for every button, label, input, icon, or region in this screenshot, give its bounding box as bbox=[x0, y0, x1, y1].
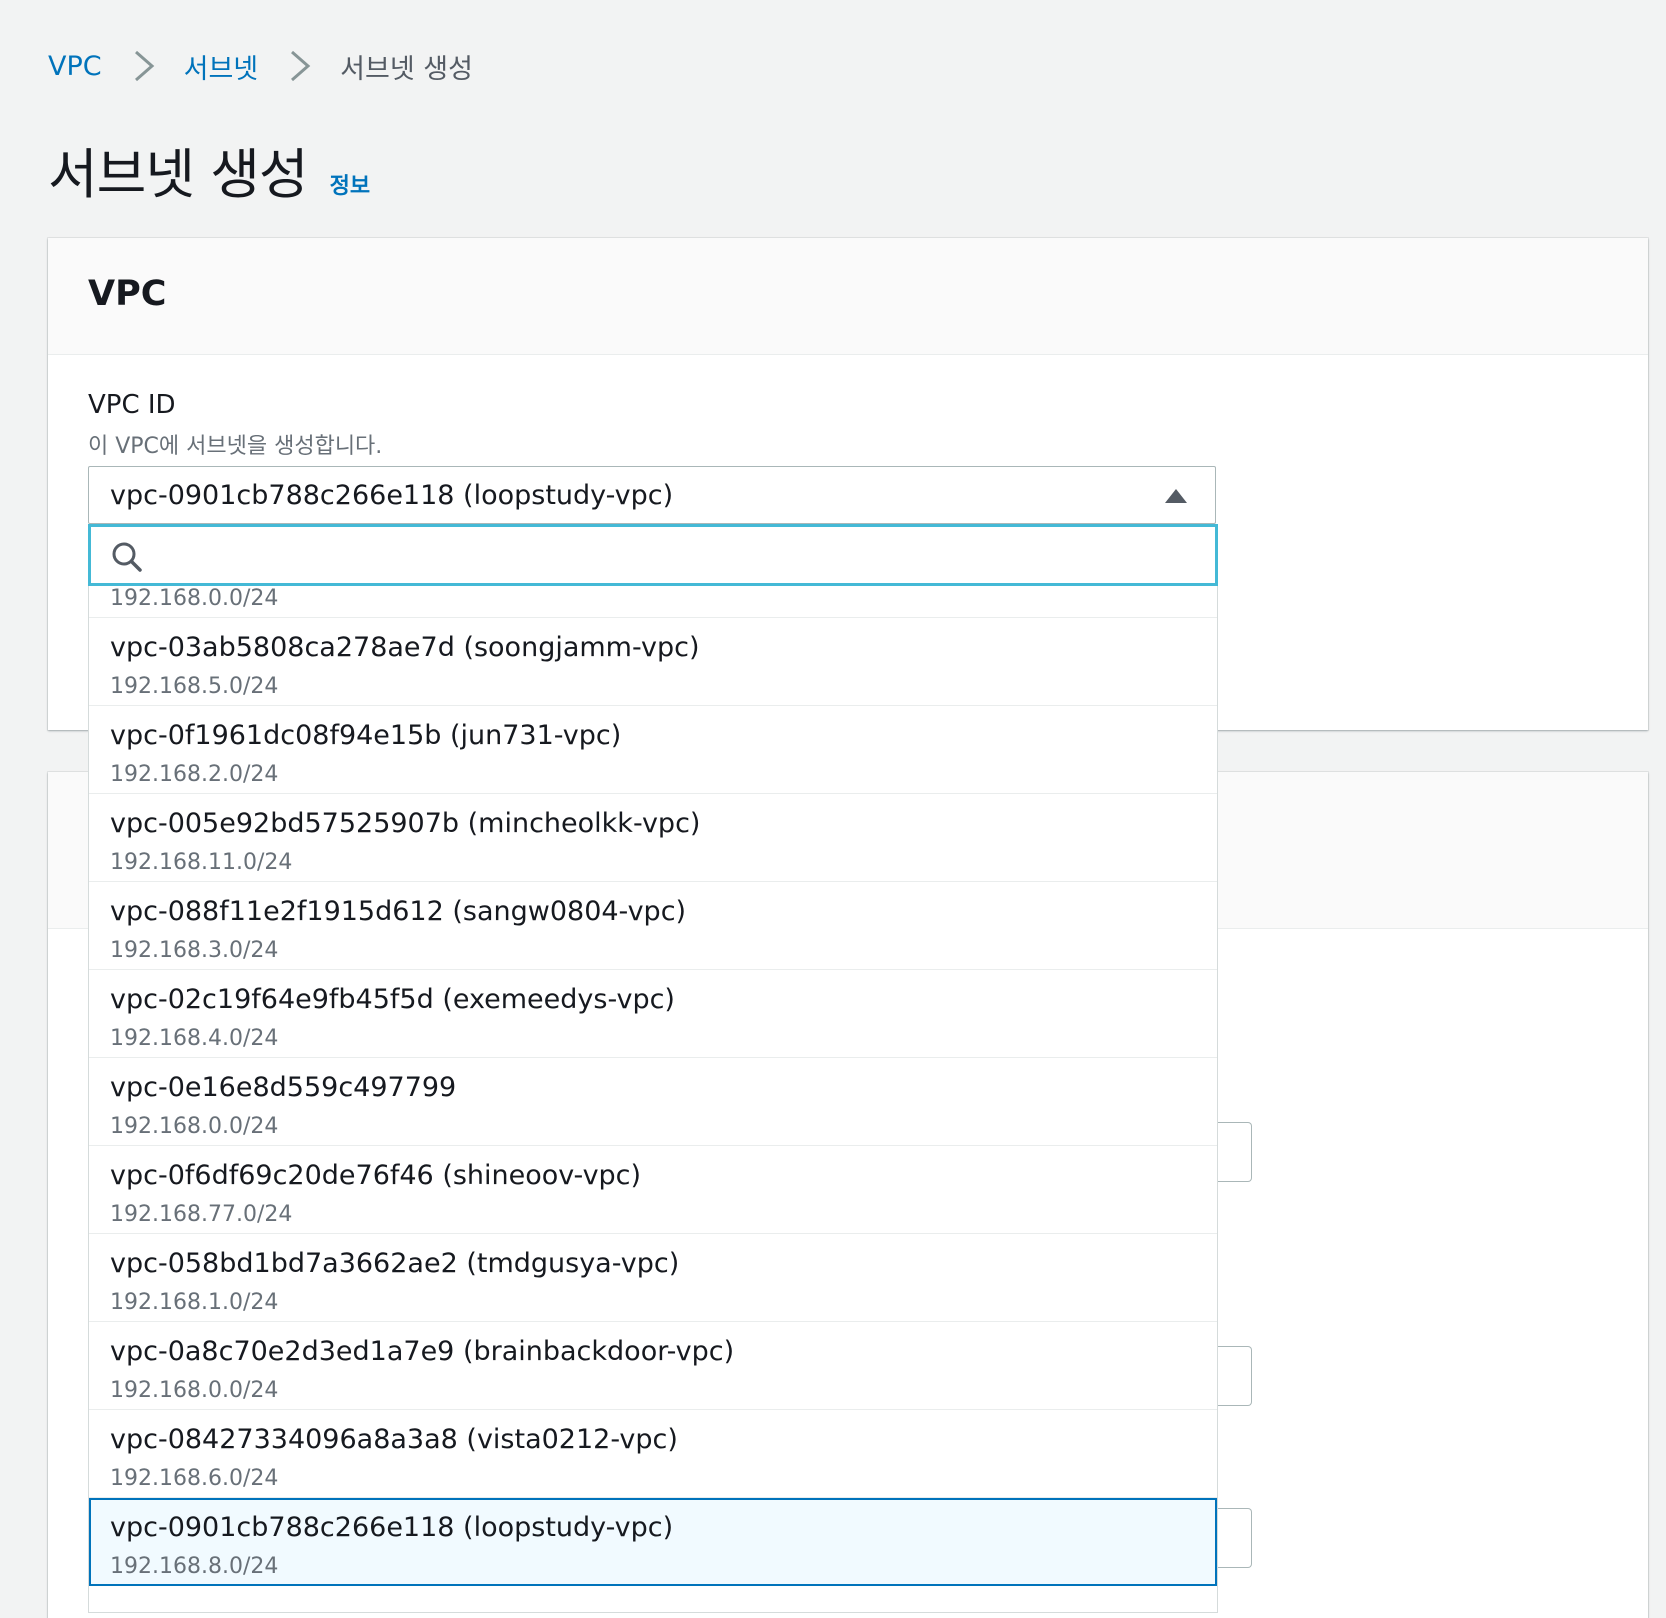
vpc-option[interactable]: vpc-0901cb788c266e118 (loopstudy-vpc) 192… bbox=[89, 1498, 1217, 1586]
breadcrumb-subnets-link[interactable]: 서브넷 bbox=[184, 47, 259, 86]
vpc-option-title: vpc-005e92bd57525907b (mincheolkk-vpc) bbox=[110, 808, 701, 839]
vpc-option-title: vpc-0e16e8d559c497799 bbox=[110, 1072, 457, 1103]
info-link[interactable]: 정보 bbox=[330, 168, 370, 200]
vpc-dropdown-list[interactable]: vpc-0031eda155ad5656 (devrunner21-vpc)19… bbox=[88, 586, 1218, 1613]
vpc-search-input[interactable] bbox=[161, 531, 1205, 583]
vpc-option[interactable]: vpc-0f1961dc08f94e15b (jun731-vpc) 192.16… bbox=[89, 706, 1217, 794]
vpc-option[interactable]: vpc-088f11e2f1915d612 (sangw0804-vpc) 192… bbox=[89, 882, 1217, 970]
vpc-id-label: VPC ID bbox=[88, 390, 176, 420]
vpc-option[interactable]: vpc-005e92bd57525907b (mincheolkk-vpc) 19… bbox=[89, 794, 1217, 882]
vpc-option-cidr: 192.168.3.0/24 bbox=[110, 938, 279, 963]
vpc-option-cidr: 192.168.77.0/24 bbox=[110, 1202, 293, 1227]
search-icon bbox=[112, 542, 142, 572]
vpc-option[interactable]: vpc-058bd1bd7a3662ae2 (tmdgusya-vpc) 192.… bbox=[89, 1234, 1217, 1322]
vpc-option-cidr: 192.168.1.0/24 bbox=[110, 1290, 279, 1315]
page-header: 서브넷 생성 정보 bbox=[48, 130, 370, 209]
vpc-option-cidr: 192.168.6.0/24 bbox=[110, 1466, 279, 1491]
page-title: 서브넷 생성 bbox=[48, 143, 309, 206]
vpc-option[interactable]: vpc-0a8c70e2d3ed1a7e9 (brainbackdoor-vpc… bbox=[89, 1322, 1217, 1410]
breadcrumb: VPC 서브넷 서브넷 생성 bbox=[48, 44, 473, 88]
vpc-option-cidr: 192.168.2.0/24 bbox=[110, 762, 279, 787]
vpc-option-title: vpc-0f6df69c20de76f46 (shineoov-vpc) bbox=[110, 1160, 642, 1191]
breadcrumb-current: 서브넷 생성 bbox=[340, 53, 473, 85]
vpc-option-cidr: 192.168.0.0/24 bbox=[110, 586, 279, 611]
vpc-option[interactable]: vpc-03ab5808ca278ae7d (soongjamm-vpc) 192… bbox=[89, 618, 1217, 706]
vpc-option[interactable]: vpc-0031eda155ad5656 (devrunner21-vpc)19… bbox=[89, 586, 1217, 618]
vpc-option-cidr: 192.168.11.0/24 bbox=[110, 850, 293, 875]
vpc-option-cidr: 192.168.4.0/24 bbox=[110, 1026, 279, 1051]
vpc-option-title: vpc-02c19f64e9fb45f5d (exemeedys-vpc) bbox=[110, 984, 675, 1015]
vpc-panel-title: VPC bbox=[88, 274, 167, 314]
caret-up-icon bbox=[1165, 489, 1187, 503]
vpc-search-box[interactable] bbox=[88, 524, 1218, 586]
vpc-option-title: vpc-08427334096a8a3a8 (vista0212-vpc) bbox=[110, 1424, 678, 1455]
vpc-option-title: vpc-058bd1bd7a3662ae2 (tmdgusya-vpc) bbox=[110, 1248, 680, 1279]
breadcrumb-vpc-link[interactable]: VPC bbox=[48, 51, 102, 82]
vpc-option-cidr: 192.168.5.0/24 bbox=[110, 674, 279, 699]
vpc-option-cidr: 192.168.0.0/24 bbox=[110, 1114, 279, 1139]
chevron-right-icon bbox=[134, 50, 154, 82]
vpc-options: vpc-0031eda155ad5656 (devrunner21-vpc)19… bbox=[89, 586, 1217, 1586]
vpc-option-cidr: 192.168.0.0/24 bbox=[110, 1378, 279, 1403]
vpc-option-title: vpc-0a8c70e2d3ed1a7e9 (brainbackdoor-vpc… bbox=[110, 1336, 735, 1367]
vpc-panel-header bbox=[48, 238, 1648, 355]
vpc-option-title: vpc-0f1961dc08f94e15b (jun731-vpc) bbox=[110, 720, 622, 751]
vpc-option-title: vpc-0901cb788c266e118 (loopstudy-vpc) bbox=[110, 1512, 674, 1543]
vpc-option-title: vpc-088f11e2f1915d612 (sangw0804-vpc) bbox=[110, 896, 687, 927]
vpc-option[interactable]: vpc-0e16e8d559c497799 192.168.0.0/24 bbox=[89, 1058, 1217, 1146]
vpc-option[interactable]: vpc-02c19f64e9fb45f5d (exemeedys-vpc) 192… bbox=[89, 970, 1217, 1058]
vpc-option[interactable]: vpc-0f6df69c20de76f46 (shineoov-vpc) 192.… bbox=[89, 1146, 1217, 1234]
vpc-option-title: vpc-03ab5808ca278ae7d (soongjamm-vpc) bbox=[110, 632, 700, 663]
vpc-id-select[interactable]: vpc-0901cb788c266e118 (loopstudy-vpc) bbox=[88, 466, 1216, 524]
chevron-right-icon bbox=[291, 50, 311, 82]
vpc-id-description: 이 VPC에 서브넷을 생성합니다. bbox=[88, 434, 383, 459]
vpc-select-value: vpc-0901cb788c266e118 (loopstudy-vpc) bbox=[110, 479, 674, 511]
vpc-option[interactable]: vpc-08427334096a8a3a8 (vista0212-vpc) 192… bbox=[89, 1410, 1217, 1498]
vpc-option-cidr: 192.168.8.0/24 bbox=[110, 1554, 279, 1579]
